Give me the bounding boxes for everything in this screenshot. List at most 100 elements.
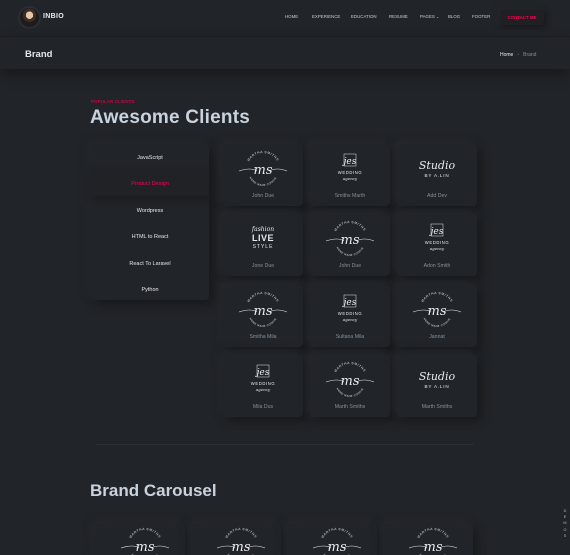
section-divider: [96, 444, 474, 445]
client-name: Jone Due: [251, 263, 275, 269]
svg-text:MARTHA SMITHS: MARTHA SMITHS: [128, 527, 161, 539]
client-name: Marth Smiths: [334, 404, 366, 410]
martha-smiths-logo: MARTHA SMITHSmsHOME MADE COOKIE: [403, 526, 458, 555]
carousel-title: Brand Carousel: [90, 481, 217, 500]
tab-product-design[interactable]: Product Design: [91, 172, 209, 196]
svg-text:jes: jes: [429, 227, 444, 237]
svg-text:agency: agency: [256, 387, 271, 392]
jes-wedding-logo: jes WEDDING agency: [407, 219, 467, 259]
category-tabs: JavaScript Product Design Wordpress HTML…: [91, 144, 209, 300]
svg-text:MARTHA SMITHS: MARTHA SMITHS: [246, 291, 279, 303]
page-title: Brand: [25, 49, 53, 60]
tab-python[interactable]: Python: [91, 278, 209, 302]
svg-text:WEDDING: WEDDING: [251, 381, 275, 386]
svg-text:jes: jes: [342, 157, 357, 167]
svg-text:jes: jes: [342, 298, 357, 308]
contact-me-button[interactable]: CONTACT ME: [500, 10, 544, 25]
client-card[interactable]: Studio BY A.LIN Add Dev: [397, 144, 477, 206]
client-name: Marth Smiths: [421, 404, 453, 410]
carousel-card[interactable]: MARTHA SMITHSmsHOME MADE COOKIE: [95, 524, 185, 555]
client-card[interactable]: MARTHA SMITHS ms HOME MADE COOKIE John Due: [223, 144, 303, 206]
jes-wedding-logo: jes WEDDING agency: [233, 360, 293, 400]
martha-smiths-logo: MARTHA SMITHSmsHOME MADE COOKIE: [233, 149, 293, 189]
svg-text:WEDDING: WEDDING: [425, 240, 449, 245]
breadcrumb-home-link[interactable]: Home: [500, 52, 513, 58]
svg-text:fashion: fashion: [251, 226, 274, 233]
client-card[interactable]: fashion LIVE STYLE Jone Due: [223, 214, 303, 276]
client-card[interactable]: jes WEDDING agency Adon Smith: [397, 214, 477, 276]
tab-wordpress[interactable]: Wordpress: [91, 199, 209, 223]
jes-wedding-logo: jes WEDDING agency: [320, 290, 380, 330]
nav-home[interactable]: HOME: [285, 14, 298, 19]
carousel-card[interactable]: MARTHA SMITHSmsHOME MADE COOKIE: [383, 524, 473, 555]
nav-pages-label: PAGES: [420, 14, 435, 19]
martha-smiths-logo: MARTHA SMITHSmsHOME MADE COOKIE: [307, 526, 362, 555]
svg-text:BY A.LIN: BY A.LIN: [425, 384, 450, 389]
client-card[interactable]: MARTHA SMITHS ms HOME MADE COOKIE John Due: [310, 214, 390, 276]
svg-text:STYLE: STYLE: [253, 244, 274, 250]
side-letter: S: [563, 533, 567, 538]
client-name: John Due: [251, 193, 275, 199]
carousel-card[interactable]: MARTHA SMITHSmsHOME MADE COOKIE: [287, 524, 377, 555]
nav-pages[interactable]: PAGES⌄: [420, 14, 439, 19]
martha-smiths-logo: MARTHA SMITHSmsHOME MADE COOKIE: [115, 526, 170, 555]
client-card[interactable]: jes WEDDING agency Mila Dus: [223, 355, 303, 417]
section-title: Awesome Clients: [90, 107, 250, 128]
breadcrumb-separator: •: [517, 52, 520, 58]
client-card[interactable]: Studio BY A.LIN Marth Smiths: [397, 355, 477, 417]
nav-education[interactable]: EDUCATION: [351, 14, 377, 19]
breadcrumb-current: Brand: [523, 52, 537, 58]
client-name: John Due: [338, 263, 362, 269]
side-letter: M: [563, 521, 567, 526]
breadcrumb-bar: Brand Home • Brand: [0, 36, 570, 69]
svg-text:Studio: Studio: [419, 159, 456, 172]
client-card[interactable]: MARTHA SMITHS ms HOME MADE COOKIE Marth Smi…: [310, 355, 390, 417]
svg-text:LIVE: LIVE: [252, 233, 274, 243]
svg-text:WEDDING: WEDDING: [338, 311, 362, 316]
tab-javascript[interactable]: JavaScript: [91, 146, 209, 170]
svg-text:MARTHA SMITHS: MARTHA SMITHS: [333, 220, 366, 232]
client-name: Adon Smith: [423, 263, 451, 269]
tab-html-to-react[interactable]: HTML to React: [91, 225, 209, 249]
demos-side-label[interactable]: D E M O S: [563, 508, 567, 539]
svg-text:MARTHA SMITHS: MARTHA SMITHS: [246, 150, 279, 162]
client-card[interactable]: MARTHA SMITHS ms HOME MADE COOKIE Smitha Mi…: [223, 285, 303, 347]
client-name: Smitha Mila: [249, 334, 277, 340]
martha-smiths-logo: MARTHA SMITHSmsHOME MADE COOKIE: [320, 360, 380, 400]
svg-text:agency: agency: [343, 176, 358, 181]
svg-text:MARTHA SMITHS: MARTHA SMITHS: [224, 527, 257, 539]
svg-text:MARTHA SMITHS: MARTHA SMITHS: [333, 361, 366, 373]
martha-smiths-logo: MARTHA SMITHSmsHOME MADE COOKIE: [211, 526, 266, 555]
client-card[interactable]: jes WEDDING agency Sultana Mila: [310, 285, 390, 347]
nav-resume[interactable]: RESUME: [389, 14, 408, 19]
martha-smiths-logo: MARTHA SMITHSmsHOME MADE COOKIE: [407, 290, 467, 330]
svg-text:BY A.LIN: BY A.LIN: [425, 173, 450, 178]
svg-text:Studio: Studio: [419, 370, 456, 383]
tab-react-to-laravel[interactable]: React To Laravel: [91, 252, 209, 276]
svg-text:jes: jes: [255, 368, 270, 378]
martha-smiths-logo: MARTHA SMITHSmsHOME MADE COOKIE: [233, 290, 293, 330]
client-name: Jannat: [429, 334, 445, 340]
studio-by-alin-logo: Studio BY A.LIN: [407, 360, 467, 400]
studio-by-alin-logo: Studio BY A.LIN: [407, 149, 467, 189]
main-nav: HOME EXPERIENCE EDUCATION RESUME PAGES⌄ …: [0, 14, 570, 24]
svg-text:WEDDING: WEDDING: [338, 170, 362, 175]
svg-text:agency: agency: [343, 317, 358, 322]
svg-text:MARTHA SMITHS: MARTHA SMITHS: [420, 291, 453, 303]
jes-wedding-logo: jes WEDDING agency: [320, 149, 380, 189]
martha-smiths-logo: MARTHA SMITHSmsHOME MADE COOKIE: [320, 219, 380, 259]
chevron-down-icon: ⌄: [435, 14, 440, 19]
nav-experience[interactable]: EXPERIENCE: [312, 14, 340, 19]
client-name: Smiths Marth: [334, 193, 366, 199]
fashion-live-style-logo: fashion LIVE STYLE: [233, 219, 293, 259]
client-name: Mila Dus: [252, 404, 274, 410]
client-card[interactable]: MARTHA SMITHS ms HOME MADE COOKIE Jannat: [397, 285, 477, 347]
nav-footer[interactable]: FOOTER: [472, 14, 490, 19]
carousel-card[interactable]: MARTHA SMITHSmsHOME MADE COOKIE: [191, 524, 281, 555]
client-name: Sultana Mila: [335, 334, 365, 340]
nav-blog[interactable]: BLOG: [448, 14, 460, 19]
client-name: Add Dev: [427, 193, 447, 199]
client-card[interactable]: jes WEDDING agency Smiths Marth: [310, 144, 390, 206]
breadcrumb: Home • Brand: [500, 52, 536, 58]
side-letter: O: [563, 527, 567, 532]
